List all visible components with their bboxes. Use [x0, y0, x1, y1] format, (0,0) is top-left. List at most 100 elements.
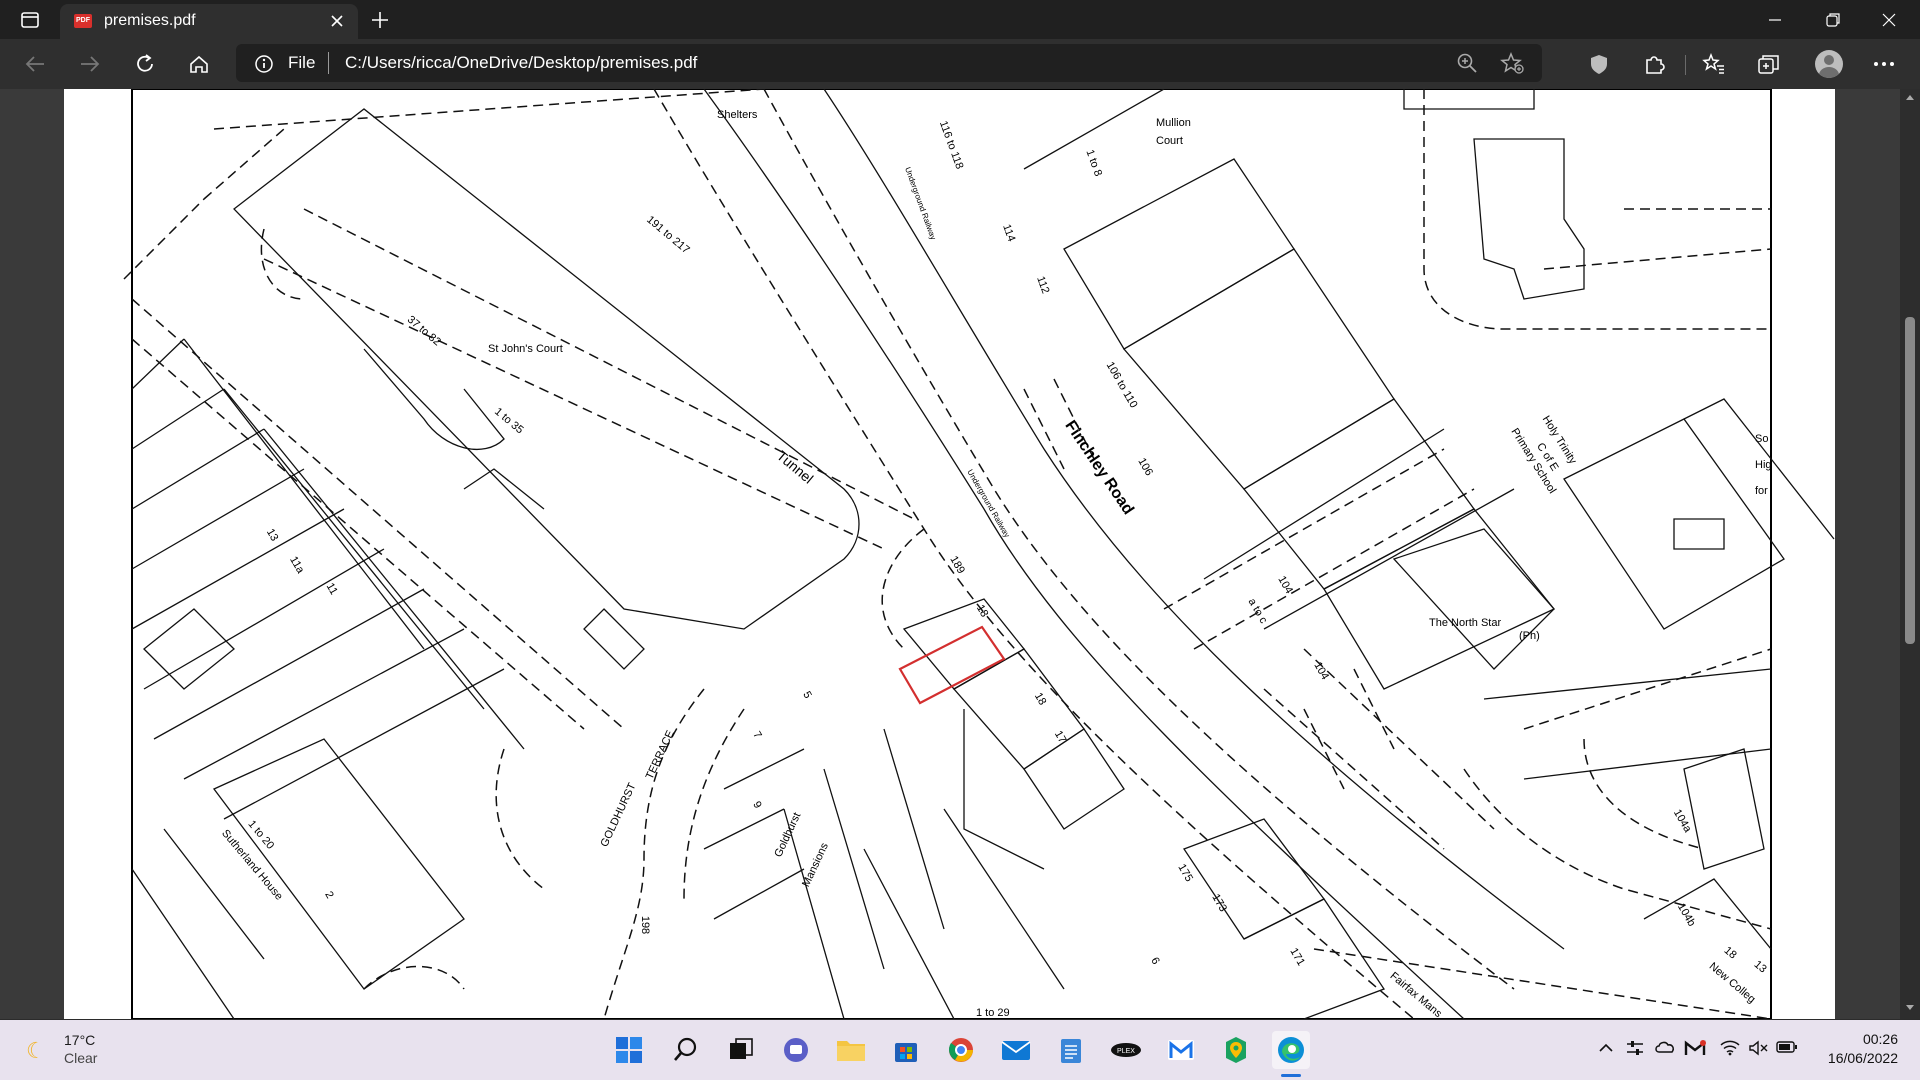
arrow-left-icon	[25, 56, 44, 72]
collections-button[interactable]	[1752, 47, 1786, 81]
pdf-page: Shelters Mullion Court 116 to 118 1 to 8…	[64, 89, 1835, 1019]
close-icon	[1882, 13, 1896, 26]
premises-highlight	[898, 625, 1006, 705]
refresh-button[interactable]	[128, 47, 162, 81]
shield-icon	[1591, 55, 1607, 74]
favorites-icon	[1702, 53, 1724, 74]
map-label: Shelters	[717, 109, 758, 121]
scroll-up-icon[interactable]	[1905, 93, 1915, 101]
add-favorite-icon[interactable]	[1500, 52, 1524, 79]
volume-muted-icon[interactable]	[1748, 1040, 1768, 1061]
mail-button[interactable]	[997, 1031, 1035, 1069]
teams-chat-icon	[784, 1038, 808, 1062]
map-label: Mullion	[1156, 117, 1191, 129]
moon-icon: ☾	[26, 1038, 46, 1063]
start-icon	[616, 1037, 642, 1063]
favorites-button[interactable]	[1697, 47, 1731, 81]
map-label: for	[1755, 485, 1768, 497]
task-view-button[interactable]	[722, 1031, 760, 1069]
task-view-icon	[730, 1038, 753, 1059]
restore-button[interactable]	[1810, 0, 1856, 39]
more-icon	[1874, 62, 1894, 66]
scroll-down-icon[interactable]	[1905, 1004, 1915, 1012]
extensions-button[interactable]	[1637, 47, 1671, 81]
puzzle-icon	[1646, 56, 1665, 74]
address-scheme: File	[288, 53, 316, 72]
edge-button[interactable]	[1272, 1031, 1310, 1069]
title-bar: PDF premises.pdf	[0, 0, 1920, 39]
battery-icon[interactable]	[1776, 1040, 1798, 1059]
tab-actions-icon	[21, 12, 39, 28]
edge-icon	[1278, 1037, 1304, 1063]
show-hidden-icons-button[interactable]	[1598, 1040, 1614, 1058]
taskbar-clock[interactable]: 00:26 16/06/2022	[1828, 1030, 1898, 1068]
active-app-indicator	[1281, 1074, 1301, 1077]
scrollbar-thumb[interactable]	[1905, 317, 1915, 644]
gmail-button[interactable]	[1162, 1031, 1200, 1069]
onedrive-icon[interactable]	[1654, 1040, 1676, 1059]
chrome-button[interactable]	[942, 1031, 980, 1069]
map-label: (Ph)	[1519, 630, 1540, 642]
close-icon	[331, 15, 343, 27]
media-app-icon: PLEX	[1111, 1043, 1141, 1057]
address-bar[interactable]: File C:/Users/ricca/OneDrive/Desktop/pre…	[236, 44, 1542, 82]
svg-text:PLEX: PLEX	[1117, 1048, 1135, 1055]
pdf-file-icon: PDF	[74, 14, 92, 28]
collections-icon	[1758, 55, 1779, 74]
notepad-button[interactable]	[1052, 1031, 1090, 1069]
tracking-prevention-button[interactable]	[1582, 47, 1616, 81]
minimize-button[interactable]	[1752, 0, 1798, 39]
restore-icon	[1826, 12, 1840, 27]
map-label: The North Star	[1429, 617, 1502, 629]
weather-condition: Clear	[64, 1050, 98, 1066]
gmail-tray-icon[interactable]	[1684, 1040, 1706, 1061]
tab-title: premises.pdf	[104, 12, 196, 29]
media-app-button[interactable]: PLEX	[1107, 1031, 1145, 1069]
notepad-icon	[1061, 1039, 1081, 1063]
refresh-icon	[137, 54, 153, 72]
taskbar: ☾ 17°C Clear PLEX 00:26 16/06/2022	[0, 1020, 1920, 1080]
start-button[interactable]	[610, 1031, 648, 1069]
store-icon	[895, 1043, 917, 1062]
info-icon[interactable]	[254, 54, 274, 79]
search-button[interactable]	[667, 1031, 705, 1069]
browser-toolbar: File C:/Users/ricca/OneDrive/Desktop/pre…	[0, 39, 1920, 89]
arrow-right-icon	[81, 56, 100, 72]
plus-icon	[372, 12, 388, 28]
window-close-button[interactable]	[1866, 0, 1912, 39]
vertical-scrollbar[interactable]	[1900, 89, 1920, 1019]
mail-icon	[1001, 1041, 1031, 1060]
chat-button[interactable]	[777, 1031, 815, 1069]
weather-widget[interactable]: ☾ 17°C Clear	[22, 1030, 162, 1070]
file-explorer-icon	[837, 1041, 865, 1061]
search-icon	[674, 1037, 697, 1061]
pdf-viewer[interactable]: Shelters Mullion Court 116 to 118 1 to 8…	[0, 89, 1920, 1019]
site-map-drawing	[123, 89, 1835, 1019]
tab-actions-button[interactable]	[10, 6, 50, 34]
forward-button[interactable]	[73, 47, 107, 81]
back-button[interactable]	[18, 47, 52, 81]
file-explorer-button[interactable]	[832, 1031, 870, 1069]
bluetooth-sliders-icon[interactable]	[1626, 1040, 1644, 1061]
profile-avatar[interactable]	[1815, 50, 1843, 78]
address-separator	[328, 52, 329, 74]
maps-button[interactable]	[1217, 1031, 1255, 1069]
address-url[interactable]: C:/Users/ricca/OneDrive/Desktop/premises…	[345, 53, 697, 73]
toolbar-separator	[1685, 55, 1686, 75]
store-button[interactable]	[887, 1031, 925, 1069]
clock-time: 00:26	[1862, 1031, 1898, 1047]
maps-pin-icon	[1226, 1037, 1246, 1063]
minimize-icon	[1769, 18, 1781, 21]
gmail-icon	[1168, 1040, 1194, 1060]
map-label: Hig	[1755, 459, 1772, 471]
browser-tab[interactable]: PDF premises.pdf	[60, 4, 358, 39]
weather-temperature: 17°C	[64, 1032, 96, 1048]
zoom-icon[interactable]	[1456, 52, 1478, 79]
chrome-icon	[949, 1038, 973, 1062]
wifi-icon[interactable]	[1720, 1040, 1740, 1061]
tab-close-button[interactable]	[326, 10, 348, 32]
map-label: Court	[1156, 135, 1183, 147]
more-menu-button[interactable]	[1867, 47, 1901, 81]
home-button[interactable]	[182, 47, 216, 81]
new-tab-button[interactable]	[366, 8, 394, 32]
